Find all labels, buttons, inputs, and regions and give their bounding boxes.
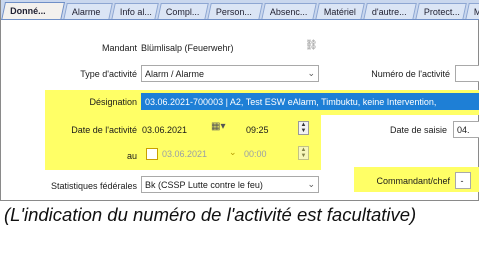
designation-input[interactable]: 03.06.2021-700003 | A2, Test ESW eAlarm,… (141, 93, 479, 110)
tab-info-alarme[interactable]: Info al... (111, 3, 159, 19)
date-value[interactable]: 03.06.2021 (139, 122, 209, 139)
calendar-icon[interactable]: ▦▾ (211, 121, 225, 132)
tab-donnees[interactable]: Donné... (1, 2, 66, 19)
au-label: au (126, 151, 137, 161)
date-label: Date de l'activité (71, 125, 137, 135)
saisie-label: Date de saisie (389, 125, 447, 135)
au-checkbox[interactable] (146, 148, 158, 160)
time-value[interactable]: 09:25 (243, 122, 283, 139)
tab-materiel[interactable]: Matériel (315, 3, 365, 19)
mandant-value: Blümlisalp (Feuerwehr) (141, 43, 234, 53)
commandant-select[interactable]: - (455, 172, 471, 189)
commandant-label: Commandant/chef (376, 176, 450, 186)
saisie-value[interactable]: 04. (453, 121, 479, 138)
tab-alarme[interactable]: Alarme (63, 3, 113, 19)
tab-autres[interactable]: d'autre... (363, 3, 417, 19)
type-value: Alarm / Alarme (145, 69, 205, 79)
activity-form-window: Donné... Alarme Info al... Compl... Pers… (0, 0, 479, 200)
stats-select[interactable]: Bk (CSSP Lutte contre le feu) ⌄ (141, 176, 319, 193)
numero-label: Numéro de l'activité (371, 69, 450, 79)
caption-text: (L'indication du numéro de l'activité es… (4, 204, 417, 225)
tab-more[interactable]: M (465, 3, 479, 19)
au-time-spinner-icon[interactable]: ▲ ▼ (298, 146, 309, 160)
mandant-label: Mandant (101, 43, 137, 53)
numero-input[interactable] (455, 65, 479, 82)
window-bottom-border (0, 200, 479, 201)
tab-protection[interactable]: Protect... (415, 3, 467, 19)
stats-label: Statistiques fédérales (50, 181, 137, 191)
designation-label: Désignation (89, 97, 137, 107)
chevron-down-icon: ⌄ (307, 68, 315, 78)
type-label: Type d'activité (80, 69, 137, 79)
au-time-value[interactable]: 00:00 (241, 146, 289, 163)
tab-complement[interactable]: Compl... (157, 3, 209, 19)
tab-absences[interactable]: Absenc... (261, 3, 317, 19)
au-date-value[interactable]: 03.06.2021 (159, 146, 237, 163)
stats-value: Bk (CSSP Lutte contre le feu) (145, 180, 263, 190)
tab-personnes[interactable]: Person... (207, 3, 263, 19)
chevron-down-icon: ⌄ (307, 179, 315, 189)
tab-strip: Donné... Alarme Info al... Compl... Pers… (1, 0, 479, 20)
link-icon[interactable]: ⛓ (305, 40, 318, 51)
time-spinner-icon[interactable]: ▲ ▼ (298, 121, 309, 135)
type-select[interactable]: Alarm / Alarme ⌄ (141, 65, 319, 82)
